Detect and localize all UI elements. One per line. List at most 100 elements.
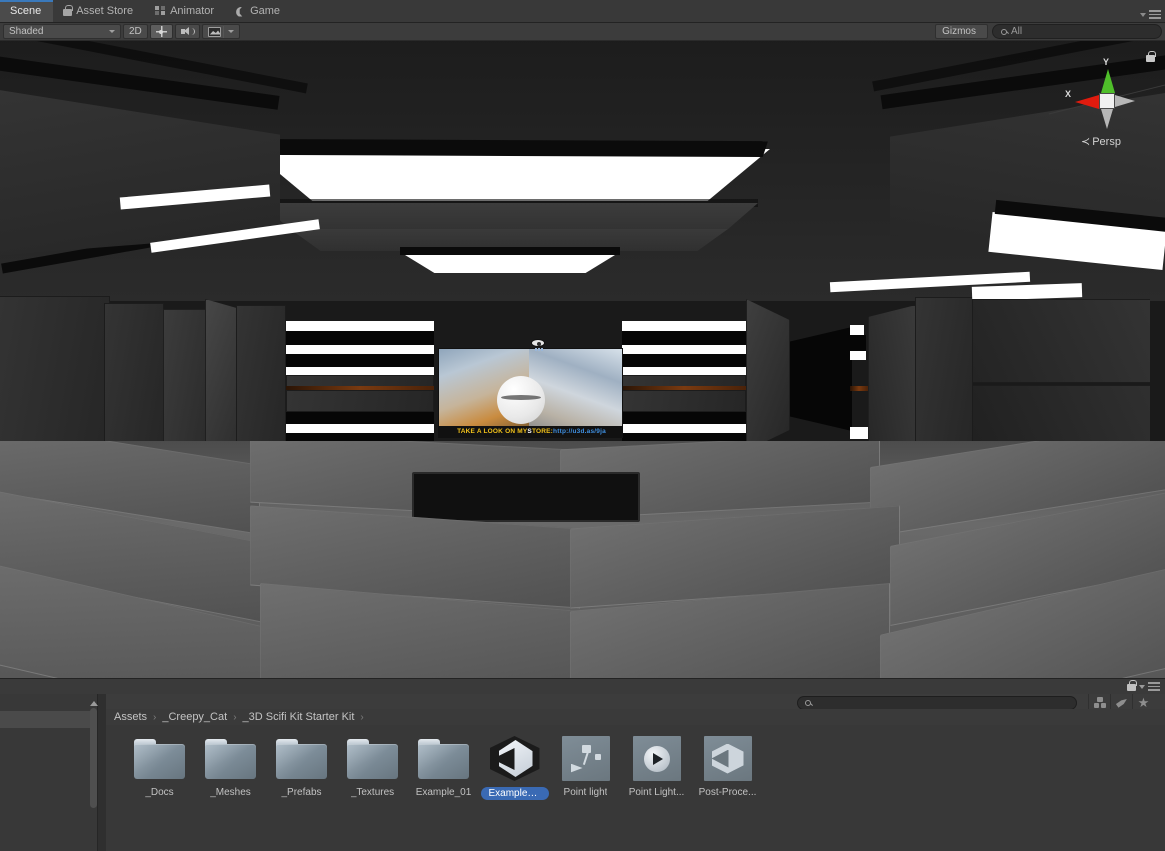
- asset-label: _Meshes: [210, 787, 251, 798]
- tree-row[interactable]: [0, 728, 97, 745]
- asset-item-post-processing[interactable]: Post-Proce...: [692, 735, 763, 800]
- axis-y-negative-cone[interactable]: [1101, 109, 1113, 129]
- scrollbar-thumb[interactable]: [90, 708, 97, 808]
- chevron-down-icon[interactable]: [1139, 684, 1145, 689]
- unity-asset-icon: [703, 736, 752, 781]
- asset-label: Post-Proce...: [698, 787, 757, 798]
- breadcrumb-item-assets[interactable]: Assets: [114, 711, 147, 723]
- folder-icon: [347, 738, 398, 779]
- play-icon: [632, 736, 681, 781]
- axis-center-cube[interactable]: [1099, 93, 1115, 109]
- axis-x-cone[interactable]: [1075, 95, 1099, 109]
- projection-label: Persp: [1092, 135, 1121, 148]
- breadcrumb-item-creepy-cat[interactable]: _Creepy_Cat: [162, 711, 227, 723]
- asset-item-point-light[interactable]: Point light: [550, 735, 621, 800]
- asset-item-point-light-playable[interactable]: Point Light...: [621, 735, 692, 800]
- toggle-lighting-button[interactable]: [149, 24, 173, 39]
- scene-viewport[interactable]: TAKE A LOOK ON MY S TORE: http://u3d.as/9…: [0, 41, 1165, 678]
- axis-y-cone[interactable]: [1101, 69, 1115, 93]
- eye-icon[interactable]: [531, 339, 547, 351]
- folder-icon: [276, 738, 327, 779]
- toggle-audio-button[interactable]: [174, 24, 200, 39]
- tab-asset-store-label: Asset Store: [76, 5, 134, 17]
- draw-mode-dropdown[interactable]: Shaded: [3, 24, 121, 39]
- game-icon: [236, 6, 243, 17]
- search-icon: [805, 700, 811, 706]
- billboard-sphere: [497, 376, 545, 424]
- folder-icon: [134, 738, 185, 779]
- billboard-image-right: [529, 349, 622, 429]
- breadcrumb-item-scifi-kit[interactable]: _3D Scifi Kit Starter Kit: [243, 711, 355, 723]
- asset-item-prefabs[interactable]: _Prefabs: [266, 735, 337, 800]
- asset-item-example01-folder[interactable]: Example_01: [408, 735, 479, 800]
- asset-label: Example_01: [480, 787, 549, 800]
- hamburger-menu-icon[interactable]: [1148, 682, 1160, 691]
- project-tree-scrollbar[interactable]: [89, 700, 98, 851]
- project-panel-header: [0, 678, 1165, 694]
- scene-search-text: All: [1011, 26, 1023, 37]
- lock-icon[interactable]: [1127, 680, 1137, 691]
- unity-editor-window: Scene Asset Store Animator Game Shaded 2…: [0, 0, 1165, 851]
- object-icon: [1093, 697, 1106, 708]
- breadcrumb: Assets › _Creepy_Cat › _3D Scifi Kit Sta…: [106, 709, 1165, 725]
- scene-billboard[interactable]: TAKE A LOOK ON MY S TORE: http://u3d.as/9…: [438, 348, 623, 438]
- project-assets-grid[interactable]: _Docs _Meshes _Prefabs _Textures Example…: [106, 725, 1165, 851]
- breadcrumb-separator: ›: [233, 711, 237, 723]
- tree-row[interactable]: [0, 711, 97, 728]
- scene-toolbar-right: Gizmos All: [935, 24, 1162, 39]
- tab-scene-label: Scene: [10, 5, 42, 17]
- sun-icon: [155, 26, 167, 37]
- tab-game[interactable]: Game: [226, 0, 292, 22]
- toggle-2d-button[interactable]: 2D: [123, 24, 148, 39]
- hamburger-menu-icon[interactable]: [1149, 10, 1161, 19]
- asset-item-textures[interactable]: _Textures: [337, 735, 408, 800]
- asset-label: _Textures: [350, 787, 395, 798]
- scene-search-field[interactable]: All: [992, 24, 1162, 39]
- asset-item-meshes[interactable]: _Meshes: [195, 735, 266, 800]
- speaker-icon: [180, 26, 195, 37]
- axis-x-negative-cone[interactable]: [1115, 95, 1135, 107]
- tab-animator-label: Animator: [170, 5, 215, 17]
- folder-icon: [205, 738, 256, 779]
- tab-bar-controls: [1140, 10, 1165, 22]
- scene-axis-gizmo[interactable]: Y X ≺ Persp: [1048, 51, 1165, 161]
- lightmap-icon: [561, 736, 610, 781]
- billboard-text-3: TORE:: [531, 428, 554, 435]
- breadcrumb-separator: ›: [153, 711, 157, 723]
- toggle-2d-label: 2D: [129, 26, 142, 37]
- asset-label: Point light: [563, 787, 608, 798]
- project-tree-panel[interactable]: [0, 694, 98, 851]
- asset-label: _Prefabs: [281, 787, 322, 798]
- chevron-down-icon[interactable]: [1140, 12, 1146, 17]
- gizmos-dropdown[interactable]: Gizmos: [935, 24, 988, 39]
- tree-row[interactable]: [0, 694, 97, 711]
- asset-label: _Docs: [145, 787, 174, 798]
- panel-divider[interactable]: [98, 694, 106, 851]
- billboard-text-4: http://u3d.as/9ja: [553, 428, 606, 435]
- tab-scene[interactable]: Scene: [0, 0, 54, 22]
- editor-tab-bar: Scene Asset Store Animator Game: [0, 0, 1165, 23]
- tab-game-label: Game: [250, 5, 281, 17]
- draw-mode-label: Shaded: [9, 26, 44, 37]
- tab-asset-store[interactable]: Asset Store: [53, 0, 145, 22]
- gizmos-label: Gizmos: [942, 26, 976, 37]
- axis-x-label: X: [1065, 89, 1072, 99]
- asset-item-example01-scene[interactable]: Example_01: [479, 735, 550, 800]
- project-header-controls: [1127, 680, 1165, 691]
- folder-icon: [418, 738, 469, 779]
- lock-icon[interactable]: [1146, 51, 1156, 62]
- search-icon: [1001, 28, 1007, 35]
- scene-floor: [0, 441, 1165, 678]
- asset-item-docs[interactable]: _Docs: [124, 735, 195, 800]
- scene-effects-button[interactable]: [201, 24, 240, 39]
- billboard-caption: TAKE A LOOK ON MY S TORE: http://u3d.as/9…: [439, 426, 622, 437]
- projection-toggle[interactable]: ≺ Persp: [1081, 135, 1121, 149]
- axis-y-label: Y: [1103, 57, 1110, 67]
- billboard-text-1: TAKE A LOOK ON MY: [457, 428, 528, 435]
- animator-icon: [155, 5, 166, 17]
- project-search-input[interactable]: [797, 696, 1077, 710]
- asset-label: Point Light...: [628, 787, 685, 798]
- scroll-up-arrow[interactable]: [89, 701, 98, 706]
- star-icon: ★: [1137, 695, 1150, 710]
- tab-animator[interactable]: Animator: [145, 0, 226, 22]
